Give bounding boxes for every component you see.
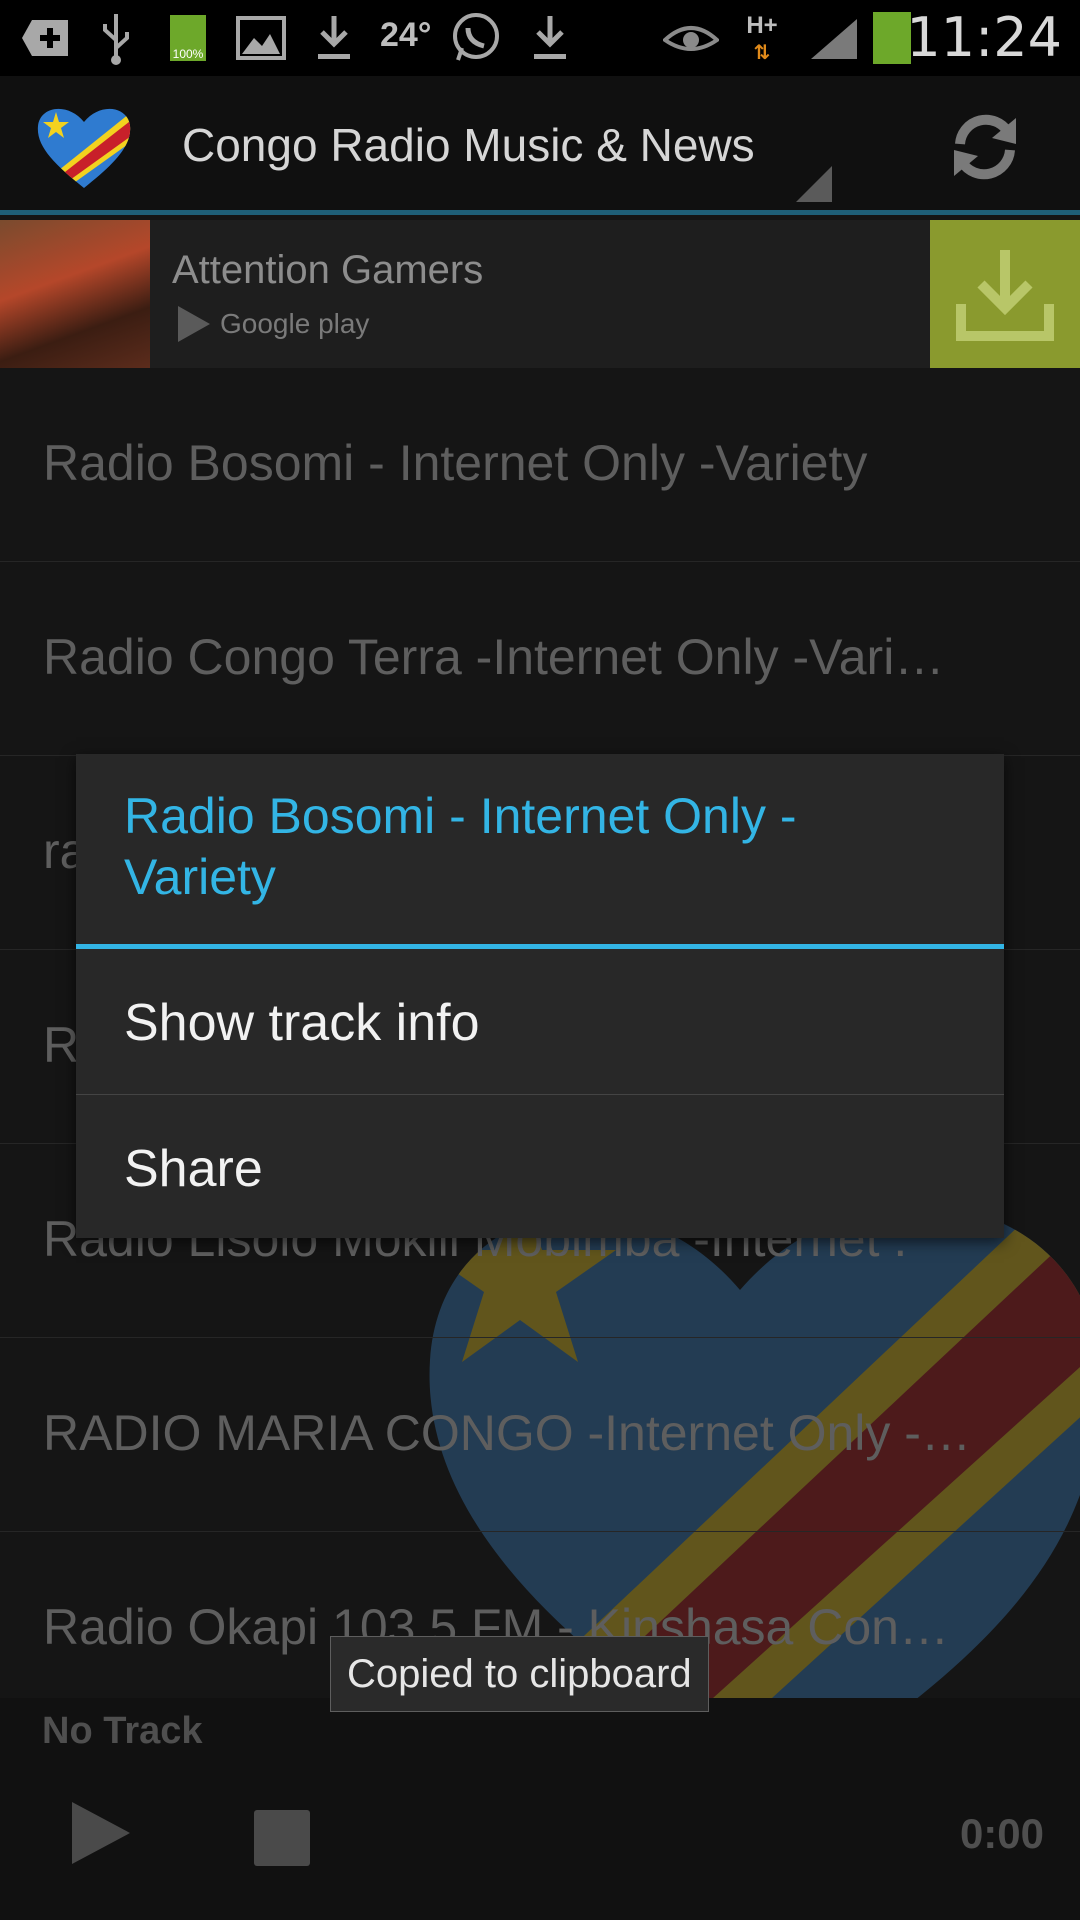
refresh-button[interactable] xyxy=(930,102,1040,192)
whatsapp-icon xyxy=(448,10,504,66)
elapsed-time: 0:00 xyxy=(959,1810,1044,1857)
status-bar: 100% 24° H+ ⇅ 11:24 xyxy=(0,0,1080,76)
dialog-title: Radio Bosomi - Internet Only - Variety xyxy=(124,788,797,905)
battery-full-icon: 100% xyxy=(166,10,210,66)
context-menu-dialog: Radio Bosomi - Internet Only - Variety S… xyxy=(76,754,1004,1238)
ad-image xyxy=(0,220,150,368)
share-option[interactable]: Share xyxy=(76,1095,1004,1239)
download-icon xyxy=(956,250,1054,341)
station-label: Radio Congo Terra -Internet Only -Vari… xyxy=(43,629,945,685)
show-track-info-option[interactable]: Show track info xyxy=(76,949,1004,1093)
dropdown-indicator xyxy=(796,166,832,202)
action-bar: Congo Radio Music & News xyxy=(0,76,1080,214)
temperature-label: 24° xyxy=(380,16,432,54)
congo-heart-logo[interactable] xyxy=(34,100,134,190)
add-icon xyxy=(18,10,74,66)
track-label: No Track xyxy=(42,1710,203,1752)
signal-icon xyxy=(808,10,860,66)
action-bar-divider xyxy=(0,210,1080,215)
menu-item-label: Share xyxy=(124,1140,263,1198)
download-icon xyxy=(530,10,570,66)
list-item[interactable]: RADIO MARIA CONGO -Internet Only -… xyxy=(0,1338,1080,1532)
stop-button[interactable] xyxy=(254,1810,310,1866)
google-play-icon xyxy=(178,306,210,342)
ad-title: Attention Gamers xyxy=(172,248,484,292)
player-bar: No Track 0:00 xyxy=(0,1698,1080,1920)
network-h-plus-icon: H+ ⇅ xyxy=(746,11,778,64)
usb-icon xyxy=(96,10,136,66)
image-icon xyxy=(234,10,288,66)
station-label: RADIO MARIA CONGO -Internet Only -… xyxy=(43,1405,971,1461)
toast-message: Copied to clipboard xyxy=(347,1651,692,1696)
app-title[interactable]: Congo Radio Music & News xyxy=(182,118,755,172)
toast: Copied to clipboard xyxy=(330,1636,709,1712)
ad-banner[interactable]: Attention Gamers Google play xyxy=(0,220,1080,368)
clock: 11:24 xyxy=(906,6,1062,69)
refresh-icon xyxy=(954,114,1016,180)
menu-item-label: Show track info xyxy=(124,994,480,1052)
list-item[interactable]: Radio Congo Terra -Internet Only -Vari… xyxy=(0,562,1080,756)
ad-download-button[interactable] xyxy=(930,220,1080,368)
network-type: H+ xyxy=(746,11,778,39)
list-item[interactable]: Radio Bosomi - Internet Only -Variety xyxy=(0,368,1080,562)
play-button[interactable] xyxy=(66,1798,136,1868)
google-play-badge: Google play xyxy=(176,304,369,344)
battery-percent: 100% xyxy=(172,47,204,61)
download-icon xyxy=(314,10,354,66)
eye-icon xyxy=(662,10,720,66)
ad-store-label: Google play xyxy=(220,308,370,339)
station-label: Radio Bosomi - Internet Only -Variety xyxy=(43,435,868,491)
